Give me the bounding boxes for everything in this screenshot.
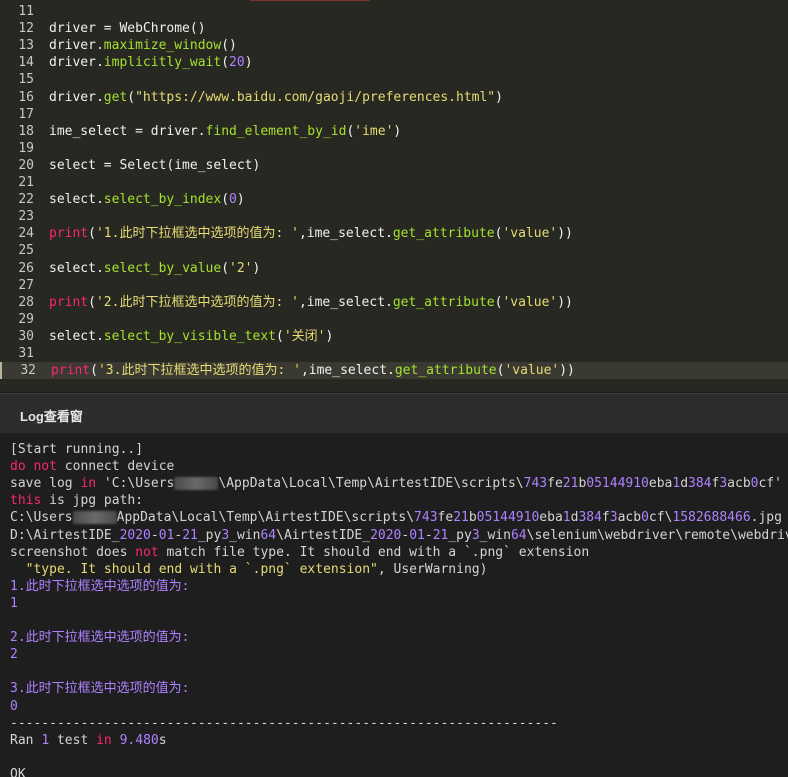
code-line[interactable]: 21 — [0, 174, 788, 191]
code-text: ime_select = driver.find_element_by_id('… — [49, 123, 402, 139]
redacted-username — [174, 477, 219, 491]
log-line: 2.此时下拉框选中选项的值为: — [10, 630, 190, 646]
code-text: select.select_by_value('2') — [49, 260, 261, 276]
code-line[interactable]: 30 select.select_by_visible_text('关闭') — [0, 328, 788, 345]
code-line[interactable]: 14 driver.implicitly_wait(20) — [0, 54, 788, 71]
log-line: "type. It should end with a `.png` exten… — [10, 561, 488, 577]
line-number: 26 — [18, 260, 34, 276]
log-line: C:\Users AppData\Local\Temp\AirtestIDE\sc… — [10, 510, 782, 526]
log-panel-header: Log查看窗 — [0, 393, 788, 434]
log-line: ----------------------------------------… — [10, 715, 558, 731]
code-line[interactable]: 15 — [0, 71, 788, 88]
code-line[interactable]: 28 print('2.此时下拉框选中选项的值为: ',ime_select.ge… — [0, 294, 788, 311]
code-line[interactable]: 16 driver.get("https://www.baidu.com/gaoj… — [0, 89, 788, 106]
log-line: 0 — [10, 698, 18, 714]
code-text: driver.get("https://www.baidu.com/gaoji/… — [49, 89, 503, 105]
log-line: do not connect device — [10, 459, 175, 475]
log-line: 1 — [10, 595, 18, 611]
log-line: OK — [10, 766, 26, 777]
code-text: print('2.此时下拉框选中选项的值为: ',ime_select.get_… — [49, 294, 573, 310]
code-line[interactable]: 11 — [0, 3, 788, 20]
line-number: 21 — [18, 175, 34, 190]
line-number: 27 — [18, 277, 34, 293]
line-number: 30 — [18, 328, 34, 344]
code-line[interactable]: 32 print('3.此时下拉框选中选项的值为: ',ime_select.ge… — [0, 362, 788, 380]
line-number: 23 — [18, 209, 34, 225]
log-line: this is jpg path: — [10, 493, 144, 509]
line-number: 13 — [18, 38, 34, 54]
line-number: 15 — [18, 72, 34, 88]
code-line[interactable]: 29 — [0, 311, 788, 328]
code-line[interactable]: 13 driver.maximize_window() — [0, 37, 788, 54]
code-line[interactable]: 26 select.select_by_value('2') — [0, 260, 788, 277]
code-text: select.select_by_visible_text('关闭') — [49, 328, 334, 344]
line-number: 18 — [18, 123, 34, 139]
code-text: select.select_by_index(0) — [49, 192, 245, 208]
line-number: 14 — [18, 55, 34, 71]
line-number: 11 — [18, 4, 34, 19]
line-number: 24 — [18, 226, 34, 242]
line-number: 22 — [18, 192, 34, 208]
log-line: screenshot does not match file type. It … — [10, 544, 590, 560]
code-text: driver.maximize_window() — [49, 38, 237, 54]
code-line[interactable]: 24 print('1.此时下拉框选中选项的值为: ',ime_select.ge… — [0, 225, 788, 242]
code-line[interactable]: 23 — [0, 208, 788, 225]
line-number: 25 — [18, 243, 34, 259]
line-number: 29 — [18, 311, 34, 327]
line-number: 32 — [20, 363, 36, 379]
code-editor[interactable]: 11 12 driver = WebChrome() 13 driver.maximiz… — [0, 0, 788, 392]
log-line: [Start running..] — [10, 442, 144, 457]
code-line[interactable]: 19 — [0, 140, 788, 157]
line-number: 20 — [18, 157, 34, 173]
code-text: select = Select(ime_select) — [49, 157, 261, 173]
truncated-line-fragment — [250, 0, 370, 1]
log-line: save log in 'C:\Users \AppData\Local\Temp… — [10, 476, 782, 492]
log-line: 3.此时下拉框选中选项的值为: — [10, 681, 190, 697]
code-line[interactable]: 31 — [0, 345, 788, 362]
redacted-username — [72, 511, 117, 525]
line-number: 16 — [18, 89, 34, 105]
log-line: D:\AirtestIDE_2020-01-21_py3_win64\Airte… — [10, 527, 788, 543]
log-line: 2 — [10, 647, 18, 663]
line-number: 17 — [18, 106, 34, 122]
log-line: 1.此时下拉框选中选项的值为: — [10, 578, 190, 594]
line-number: 12 — [18, 21, 34, 37]
code-text: driver.implicitly_wait(20) — [49, 55, 253, 71]
log-output[interactable]: [Start running..] do not connect device sa… — [0, 433, 788, 777]
log-line: Ran 1 test in 9.480s — [10, 732, 167, 748]
code-text: driver = WebChrome() — [49, 21, 206, 37]
line-number: 19 — [18, 140, 34, 156]
line-number: 31 — [18, 346, 34, 361]
code-line[interactable]: 12 driver = WebChrome() — [0, 20, 788, 37]
code-line[interactable]: 18 ime_select = driver.find_element_by_id… — [0, 123, 788, 140]
log-panel-title: Log查看窗 — [20, 409, 83, 424]
code-text: print('3.此时下拉框选中选项的值为: ',ime_select.get_… — [51, 363, 575, 379]
code-line[interactable]: 17 — [0, 106, 788, 123]
code-text: print('1.此时下拉框选中选项的值为: ',ime_select.get_… — [49, 226, 573, 242]
code-line[interactable]: 25 — [0, 242, 788, 259]
code-line[interactable]: 22 select.select_by_index(0) — [0, 191, 788, 208]
code-line[interactable]: 27 — [0, 277, 788, 294]
line-number: 28 — [18, 294, 34, 310]
code-line[interactable]: 20 select = Select(ime_select) — [0, 157, 788, 174]
